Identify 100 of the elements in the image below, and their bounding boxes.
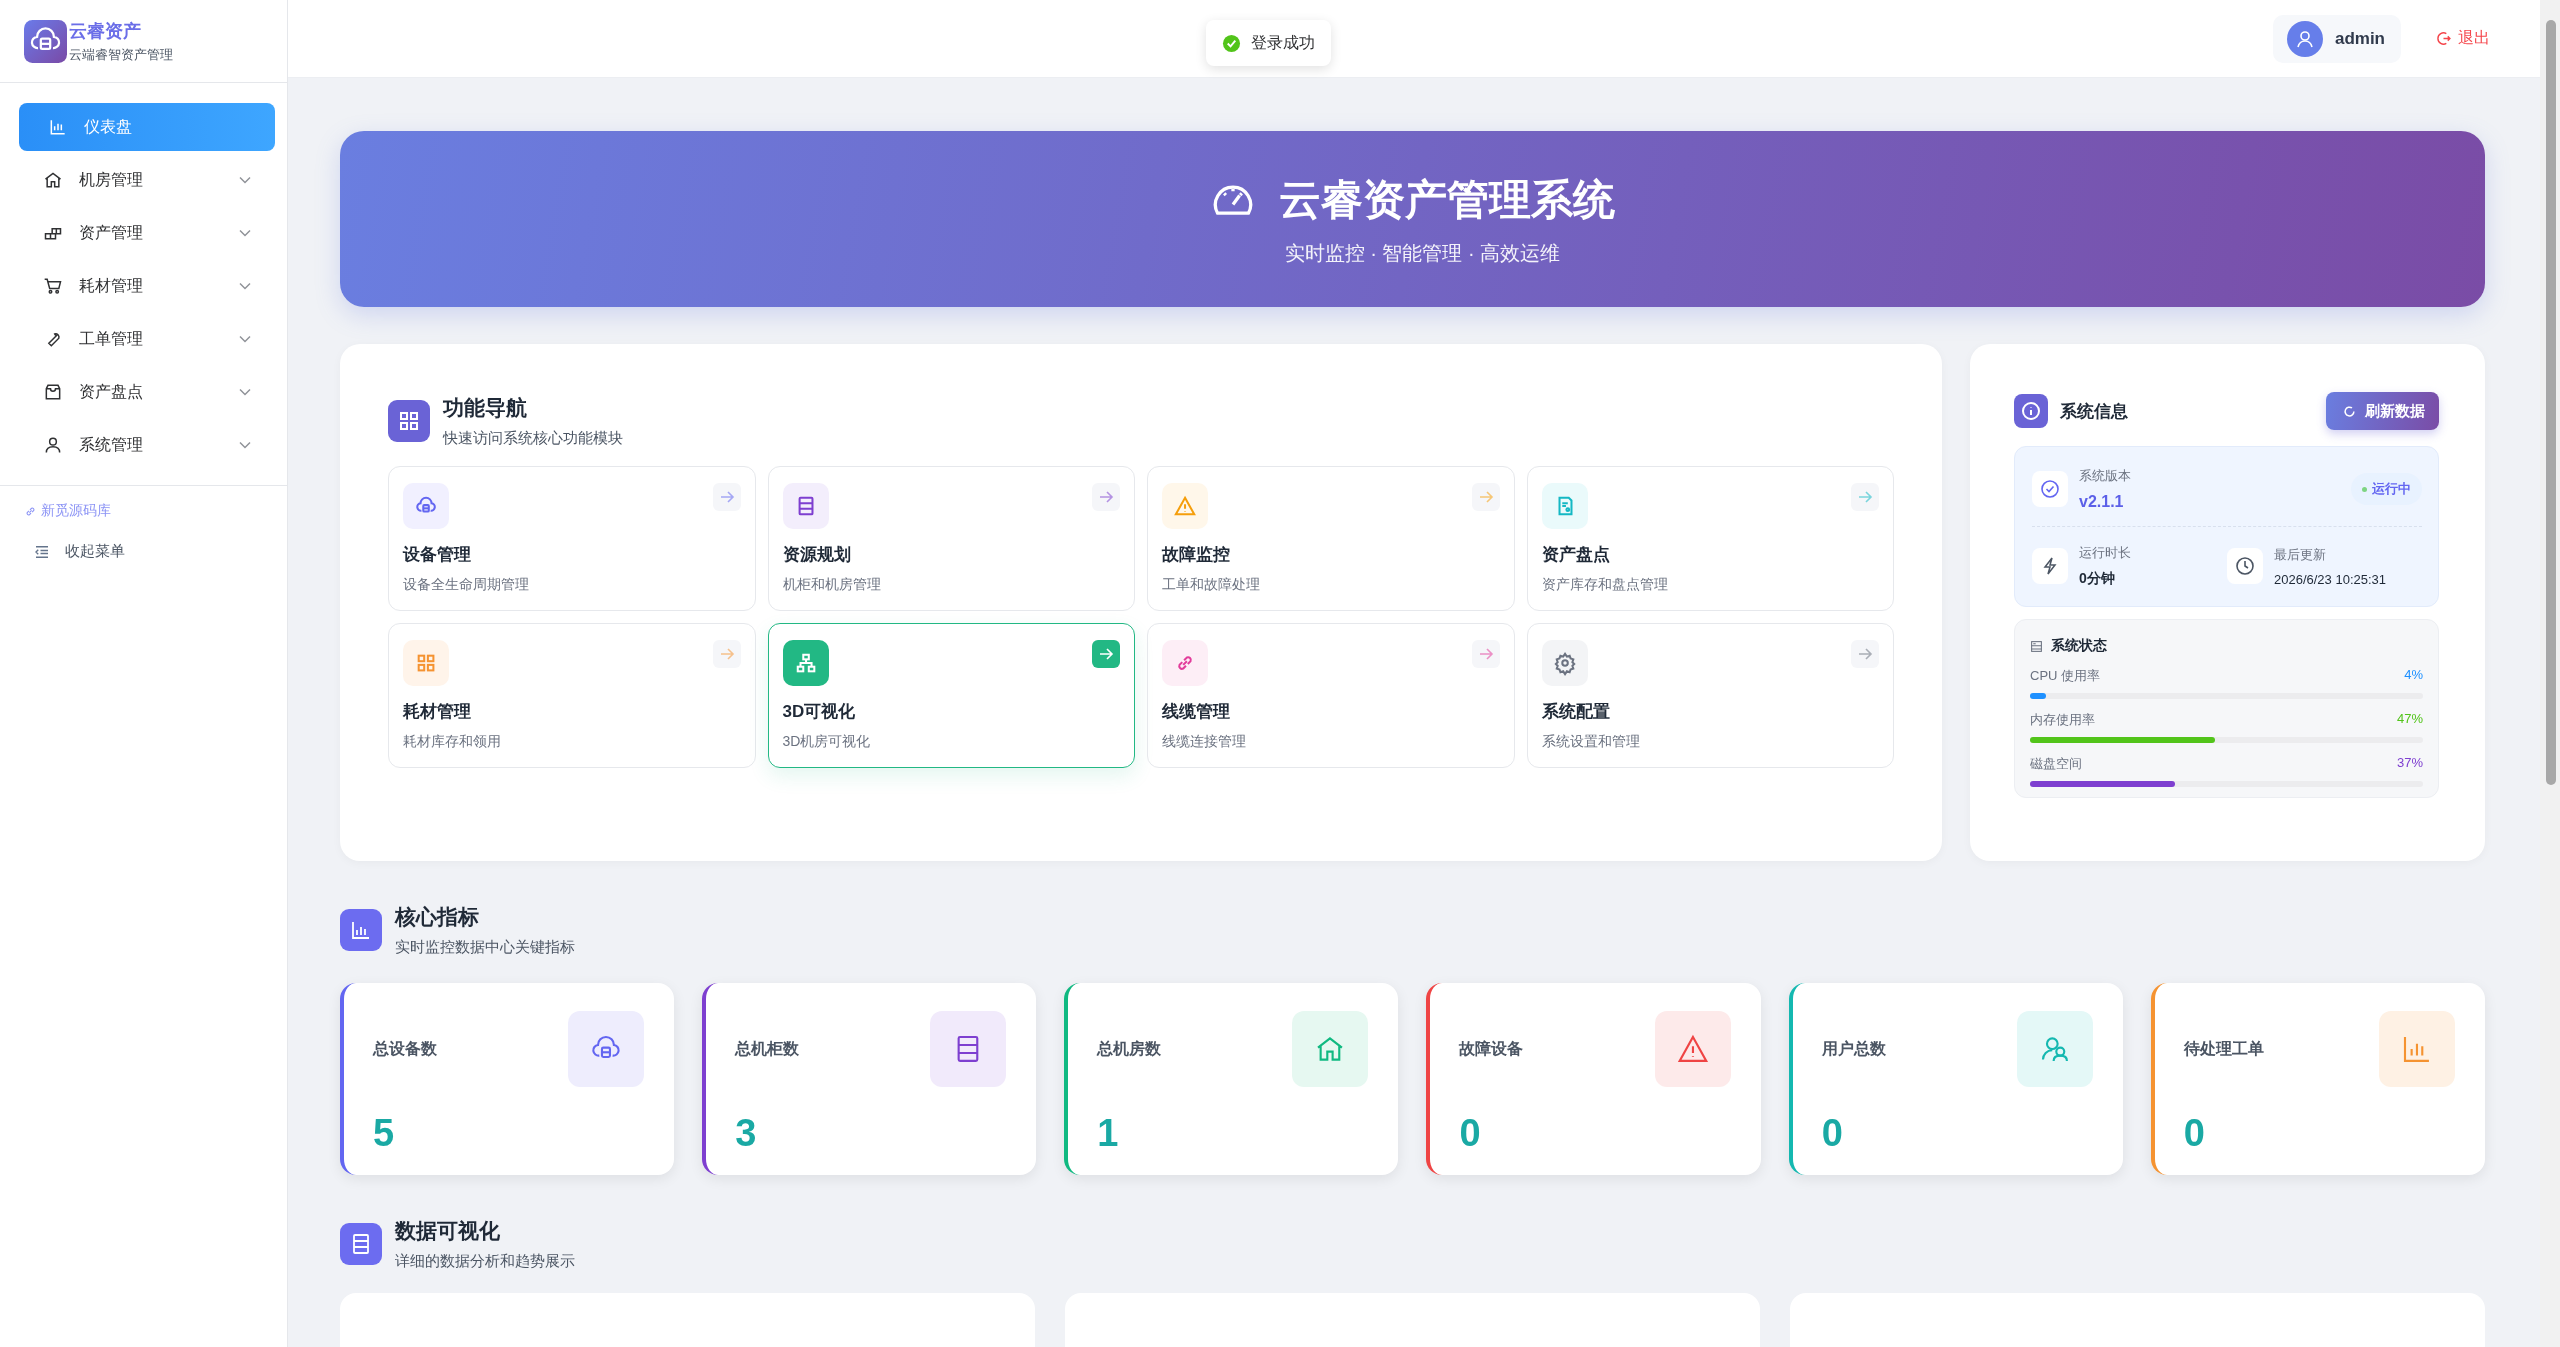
arrow-right-icon <box>1471 640 1500 668</box>
menu-item[interactable]: 机房管理 <box>19 156 275 204</box>
grid-icon <box>388 400 430 442</box>
house-icon <box>1292 1011 1369 1087</box>
arrow-right-icon <box>1851 640 1879 668</box>
metric-value: 1 <box>1097 1112 1120 1155</box>
grid-icon <box>403 640 449 686</box>
function-card[interactable]: 资产盘点 资产库存和盘点管理 <box>1526 466 1894 611</box>
cloud-server-icon <box>403 483 449 529</box>
card-title: 耗材管理 <box>403 701 472 723</box>
menu-item[interactable]: 资产管理 <box>19 209 275 257</box>
metric-value: 3 <box>735 1112 758 1155</box>
function-card[interactable]: 资源规划 机柜和机房管理 <box>767 466 1135 611</box>
scrollbar[interactable] <box>2540 0 2560 1347</box>
uptime-value: 0分钟 <box>2079 570 2116 588</box>
card-description: 设备全生命周期管理 <box>403 576 530 594</box>
arrow-right-icon <box>1092 483 1120 511</box>
info-label: 系统版本 <box>2079 467 2132 485</box>
card-title: 资源规划 <box>782 544 852 566</box>
section-subtitle: 实时监控数据中心关键指标 <box>395 938 575 957</box>
menu-item[interactable]: 系统管理 <box>19 421 275 469</box>
app-title: 云睿资产 <box>69 19 142 43</box>
user-icon <box>43 435 63 455</box>
settings-icon <box>1541 640 1588 686</box>
house-icon <box>43 170 63 190</box>
avatar-icon <box>2286 20 2323 57</box>
arrow-right-icon <box>712 640 741 668</box>
info-label: 最后更新 <box>2274 545 2327 564</box>
scrollbar-thumb[interactable] <box>2546 20 2556 785</box>
function-card[interactable]: 耗材管理 耗材库存和领用 <box>388 623 756 768</box>
card-title: 系统配置 <box>1541 701 1611 723</box>
user-menu[interactable]: admin <box>2272 14 2401 63</box>
info-icon <box>2014 394 2048 428</box>
users-icon <box>2016 1011 2093 1087</box>
metric-label: 总机柜数 <box>735 1038 800 1059</box>
section-title: 核心指标 <box>395 904 480 930</box>
function-card[interactable]: 故障监控 工单和故障处理 <box>1147 466 1515 611</box>
metric-label: 总机房数 <box>1097 1038 1162 1059</box>
meter-reading: 47% <box>2396 711 2423 728</box>
card-description: 3D机房可视化 <box>782 733 872 751</box>
link-icon <box>1162 640 1208 686</box>
logout-icon <box>2435 30 2452 47</box>
meter-reading: 4% <box>2404 667 2423 684</box>
collapse-menu-button[interactable]: 收起菜单 <box>24 542 287 561</box>
arrow-right-icon <box>1471 483 1500 511</box>
chevron-down-icon <box>239 282 251 290</box>
logout-button[interactable]: 退出 <box>2435 28 2490 49</box>
card-title: 设备管理 <box>403 544 472 566</box>
info-label: 运行时长 <box>2079 544 2132 562</box>
chevron-down-icon <box>239 441 251 449</box>
panel-title: 系统信息 <box>2060 400 2129 423</box>
card-title: 故障监控 <box>1162 544 1231 566</box>
card-description: 资产库存和盘点管理 <box>1541 576 1669 594</box>
cart-icon <box>43 276 63 296</box>
clock-icon <box>2227 548 2263 584</box>
card-title: 3D可视化 <box>782 701 857 723</box>
refresh-button[interactable]: 刷新数据 <box>2326 392 2439 430</box>
app-subtitle: 云端睿智资产管理 <box>69 45 173 64</box>
cloud-logo-icon <box>24 19 67 63</box>
chevron-down-icon <box>239 229 251 237</box>
inbox-icon <box>43 382 63 402</box>
meter-label: 内存使用率 <box>2030 711 2095 729</box>
card-description: 机柜和机房管理 <box>782 576 882 594</box>
chevron-down-icon <box>239 388 251 396</box>
menu-item[interactable]: 资产盘点 <box>19 368 275 416</box>
function-card[interactable]: 设备管理 设备全生命周期管理 <box>388 466 756 611</box>
meter-label: 磁盘空间 <box>2030 755 2082 773</box>
bar-chart-icon <box>48 117 68 137</box>
success-toast: 登录成功 <box>1206 20 1331 66</box>
check-circle-icon <box>1222 33 1241 53</box>
function-card[interactable]: 3D可视化 3D机房可视化 <box>767 623 1135 768</box>
status-title: 系统状态 <box>2051 637 2107 655</box>
card-title: 资产盘点 <box>1541 544 1611 566</box>
metric-label: 用户总数 <box>1821 1038 1886 1059</box>
metric-value: 5 <box>373 1112 396 1155</box>
section-subtitle: 快速访问系统核心功能模块 <box>443 429 623 448</box>
hierarchy-icon <box>782 640 829 686</box>
card-title: 线缆管理 <box>1162 701 1231 723</box>
card-description: 工单和故障处理 <box>1162 576 1261 594</box>
running-status-badge: 运行中 <box>2351 473 2422 505</box>
chevron-down-icon <box>239 335 251 343</box>
server-rack-icon <box>340 1223 382 1265</box>
cloud-server-icon <box>568 1011 645 1087</box>
card-description: 系统设置和管理 <box>1541 733 1641 751</box>
metric-label: 待处理工单 <box>2183 1038 2264 1059</box>
function-card[interactable]: 线缆管理 线缆连接管理 <box>1147 623 1515 768</box>
hero-title: 云睿资产管理系统 <box>1278 174 1615 225</box>
metric-value: 0 <box>1459 1112 1482 1155</box>
function-card[interactable]: 系统配置 系统设置和管理 <box>1526 623 1894 768</box>
section-subtitle: 详细的数据分析和趋势展示 <box>395 1252 575 1271</box>
bar-chart-icon <box>2379 1011 2455 1087</box>
meter-label: CPU 使用率 <box>2030 667 2101 685</box>
arrow-right-icon <box>712 483 741 511</box>
menu-item[interactable]: 工单管理 <box>19 315 275 363</box>
arrow-right-icon <box>1851 483 1879 511</box>
meter-reading: 37% <box>2396 755 2423 772</box>
refresh-icon <box>2342 403 2357 419</box>
menu-item[interactable]: 耗材管理 <box>19 262 275 310</box>
link-icon <box>24 504 37 518</box>
metric-label: 故障设备 <box>1459 1038 1524 1059</box>
